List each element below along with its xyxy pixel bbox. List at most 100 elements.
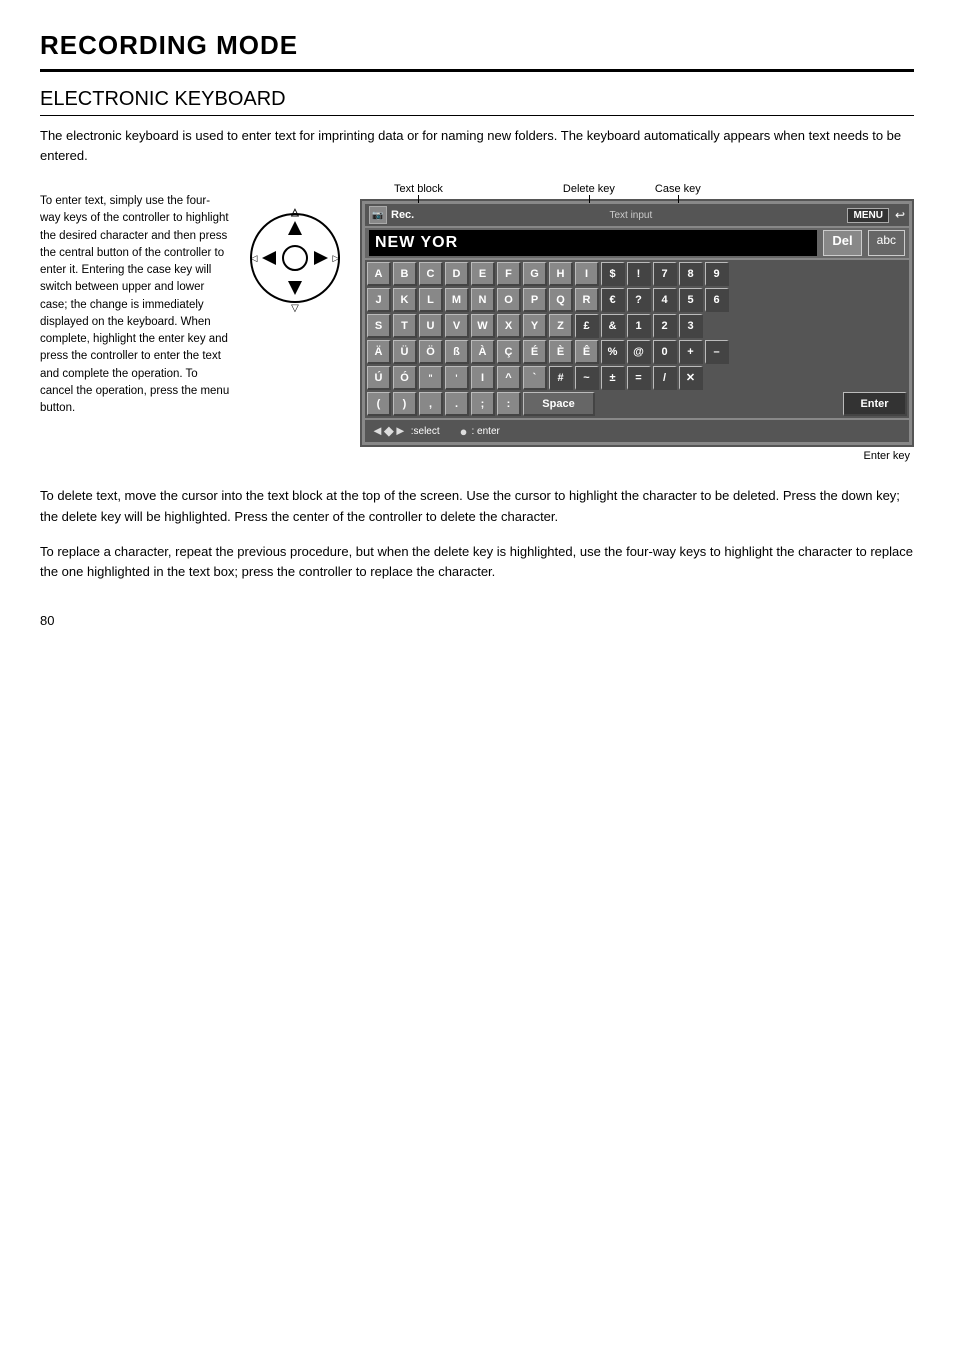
kb-key-euro[interactable]: € [601,288,625,312]
kb-key-plusminus[interactable]: ± [601,366,625,390]
kb-rec-icon: 📷 [369,206,387,224]
kb-key-B[interactable]: B [393,262,417,286]
kb-key-T[interactable]: T [393,314,417,338]
kb-key-backtick[interactable]: ` [523,366,547,390]
kb-key-M[interactable]: M [445,288,469,312]
kb-key-9[interactable]: 9 [705,262,729,286]
keyboard-area: Text block Delete key Case key 📷 Rec. Te… [350,183,914,462]
kb-key-tilde[interactable]: ~ [575,366,599,390]
kb-key-G[interactable]: G [523,262,547,286]
kb-key-szlig[interactable]: ß [445,340,469,364]
kb-key-Eacute[interactable]: É [523,340,547,364]
kb-rec-label: Rec. [391,209,414,221]
kb-key-comma[interactable]: , [419,392,443,416]
svg-text:△: △ [290,207,299,218]
kb-key-equals[interactable]: = [627,366,651,390]
kb-del-btn[interactable]: Del [823,230,861,256]
kb-grid: A B C D E F G H I $ ! 7 8 9 J [365,260,909,418]
kb-key-U[interactable]: U [419,314,443,338]
callout-text-block: Text block [394,183,443,195]
kb-key-colon[interactable]: : [497,392,521,416]
kb-key-slash[interactable]: / [653,366,677,390]
kb-key-cross[interactable]: ✕ [679,366,703,390]
kb-key-Ecirc[interactable]: Ê [575,340,599,364]
kb-key-Uuml[interactable]: Ü [393,340,417,364]
kb-key-enter[interactable]: Enter [843,392,907,416]
kb-key-Q[interactable]: Q [549,288,573,312]
page-header: RECORDING MODE [40,30,914,72]
kb-key-2[interactable]: 2 [653,314,677,338]
kb-key-amp[interactable]: & [601,314,625,338]
kb-key-I[interactable]: I [575,262,599,286]
kb-key-N[interactable]: N [471,288,495,312]
kb-key-lparen[interactable]: ( [367,392,391,416]
kb-key-W[interactable]: W [471,314,495,338]
kb-key-L[interactable]: L [419,288,443,312]
kb-menu-btn[interactable]: MENU [847,208,888,223]
page-number: 80 [40,613,914,628]
body-text-1: To delete text, move the cursor into the… [40,486,914,528]
kb-key-1[interactable]: 1 [627,314,651,338]
kb-key-caret[interactable]: ^ [497,366,521,390]
kb-key-minus[interactable]: – [705,340,729,364]
kb-row-2: J K L M N O P Q R € ? 4 5 6 [367,288,907,312]
kb-key-at[interactable]: @ [627,340,651,364]
select-label: :select [411,426,440,437]
kb-key-7[interactable]: 7 [653,262,677,286]
kb-topbar: 📷 Rec. Text input MENU ↩ [365,204,909,226]
kb-key-Uacute[interactable]: Ú [367,366,391,390]
kb-key-4[interactable]: 4 [653,288,677,312]
kb-key-3[interactable]: 3 [679,314,703,338]
kb-key-rparen[interactable]: ) [393,392,417,416]
kb-key-Egrave[interactable]: È [549,340,573,364]
page-title: RECORDING MODE [40,30,914,61]
kb-key-8[interactable]: 8 [679,262,703,286]
kb-key-K[interactable]: K [393,288,417,312]
kb-key-question[interactable]: ? [627,288,651,312]
kb-key-0[interactable]: 0 [653,340,677,364]
kb-key-E[interactable]: E [471,262,495,286]
kb-key-R[interactable]: R [575,288,599,312]
kb-key-Agrave[interactable]: À [471,340,495,364]
kb-key-V[interactable]: V [445,314,469,338]
kb-key-O[interactable]: O [497,288,521,312]
kb-key-D[interactable]: D [445,262,469,286]
kb-key-5[interactable]: 5 [679,288,703,312]
kb-key-dollar[interactable]: $ [601,262,625,286]
kb-key-Y[interactable]: Y [523,314,547,338]
kb-back-icon[interactable]: ↩ [895,208,905,222]
kb-key-Z[interactable]: Z [549,314,573,338]
kb-legend-select: ◄◆► :select [371,423,440,439]
kb-key-Oacute[interactable]: Ó [393,366,417,390]
body-text-2: To replace a character, repeat the previ… [40,542,914,584]
kb-key-Auml[interactable]: Ä [367,340,391,364]
kb-key-plus[interactable]: + [679,340,703,364]
kb-textbox: NEW YOR [369,230,817,256]
kb-key-C[interactable]: C [419,262,443,286]
select-icon: ◄◆► [371,423,407,439]
kb-key-Ccedil[interactable]: Ç [497,340,521,364]
kb-key-P[interactable]: P [523,288,547,312]
kb-key-H[interactable]: H [549,262,573,286]
kb-key-period[interactable]: . [445,392,469,416]
kb-case-btn[interactable]: abc [868,230,905,256]
kb-key-A[interactable]: A [367,262,391,286]
kb-key-space[interactable]: Space [523,392,595,416]
kb-key-rsquote[interactable]: ' [445,366,469,390]
kb-key-Ouml[interactable]: Ö [419,340,443,364]
kb-key-pound[interactable]: £ [575,314,599,338]
kb-key-6[interactable]: 6 [705,288,729,312]
kb-key-semicolon[interactable]: ; [471,392,495,416]
kb-row-1: A B C D E F G H I $ ! 7 8 9 [367,262,907,286]
kb-key-excl[interactable]: ! [627,262,651,286]
kb-key-S[interactable]: S [367,314,391,338]
kb-legend: ◄◆► :select ● : enter [365,420,909,442]
kb-key-percent[interactable]: % [601,340,625,364]
kb-key-X[interactable]: X [497,314,521,338]
kb-key-J[interactable]: J [367,288,391,312]
kb-key-I2[interactable]: I [471,366,495,390]
section-title: ELECTRONIC KEYBOARD [40,88,914,116]
kb-key-F[interactable]: F [497,262,521,286]
kb-key-hash[interactable]: # [549,366,573,390]
kb-key-ldquote[interactable]: " [419,366,443,390]
